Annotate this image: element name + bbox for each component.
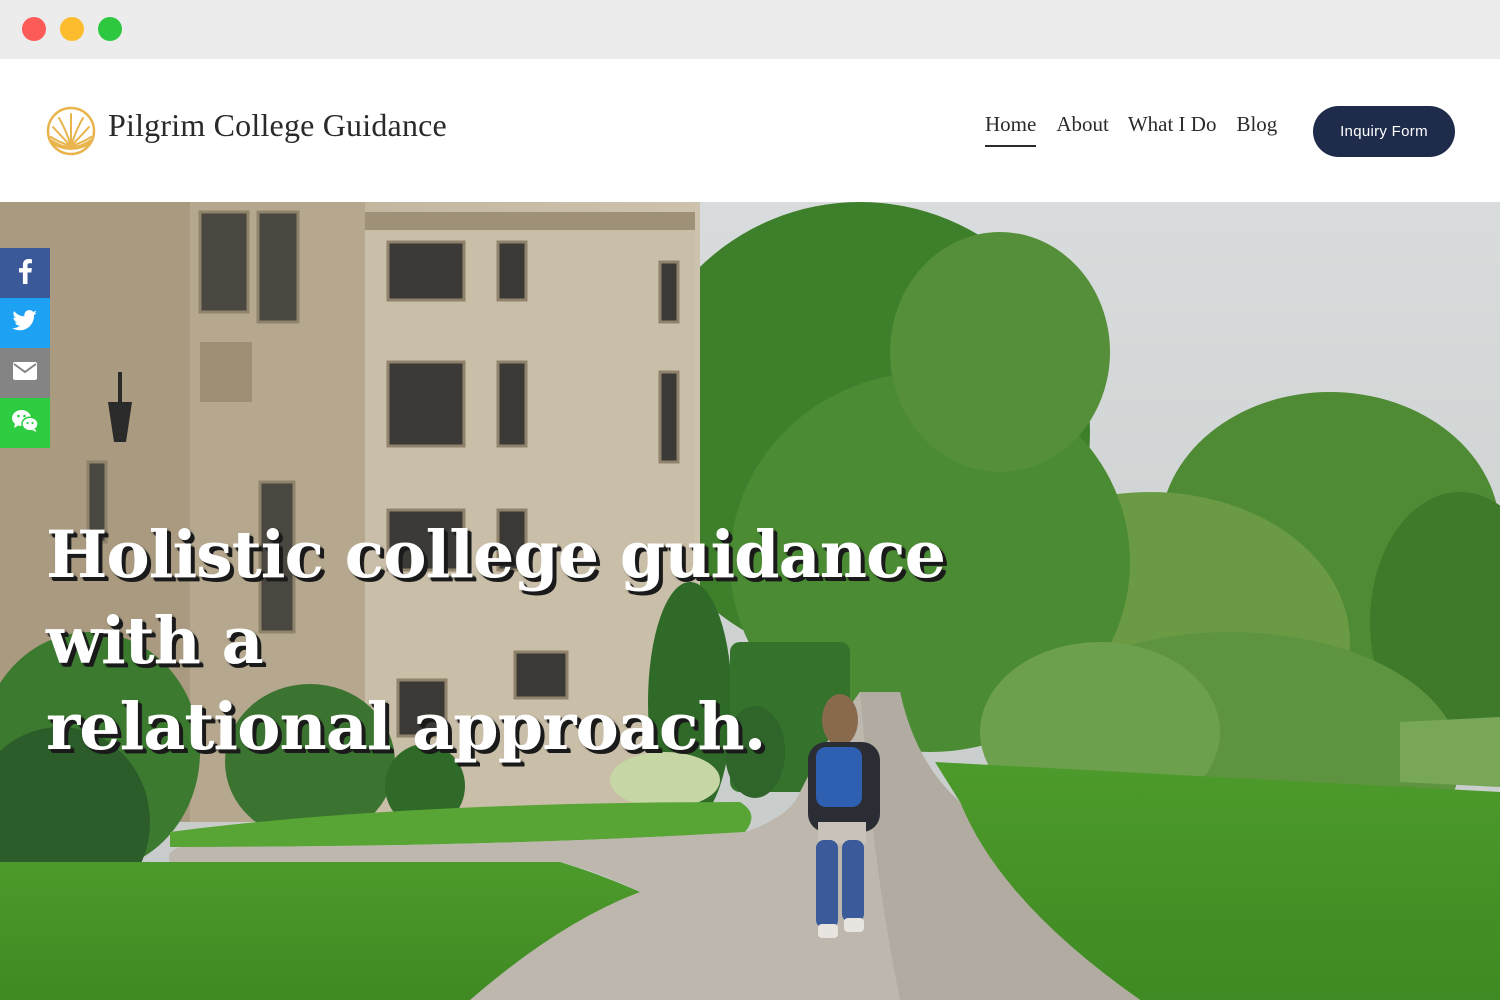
main-navigation: Home About What I Do Blog [985, 112, 1277, 147]
logo-sunburst-icon[interactable] [46, 106, 96, 156]
site-brand-name[interactable]: Pilgrim College Guidance [108, 107, 447, 144]
nav-what-i-do[interactable]: What I Do [1128, 112, 1217, 147]
hero-headline: Holistic college guidance with a relatio… [46, 512, 1046, 770]
window-titlebar [0, 0, 1500, 59]
twitter-icon [12, 309, 38, 337]
share-email-button[interactable] [0, 348, 50, 398]
share-wechat-button[interactable] [0, 398, 50, 448]
nav-about[interactable]: About [1056, 112, 1109, 147]
inquiry-form-button[interactable]: Inquiry Form [1313, 106, 1455, 157]
minimize-window-button[interactable] [60, 17, 84, 41]
email-icon [12, 361, 38, 386]
share-twitter-button[interactable] [0, 298, 50, 348]
facebook-icon [17, 258, 33, 289]
nav-blog[interactable]: Blog [1236, 112, 1277, 147]
hero-headline-line-2: relational approach. [46, 689, 766, 765]
maximize-window-button[interactable] [98, 17, 122, 41]
nav-home[interactable]: Home [985, 112, 1037, 147]
site-header: Pilgrim College Guidance Home About What… [0, 59, 1500, 202]
social-share-bar [0, 248, 50, 448]
wechat-icon [11, 409, 39, 438]
hero-headline-line-1: Holistic college guidance with a [46, 517, 946, 679]
share-facebook-button[interactable] [0, 248, 50, 298]
hero-section: Holistic college guidance with a relatio… [0, 202, 1500, 1000]
close-window-button[interactable] [22, 17, 46, 41]
